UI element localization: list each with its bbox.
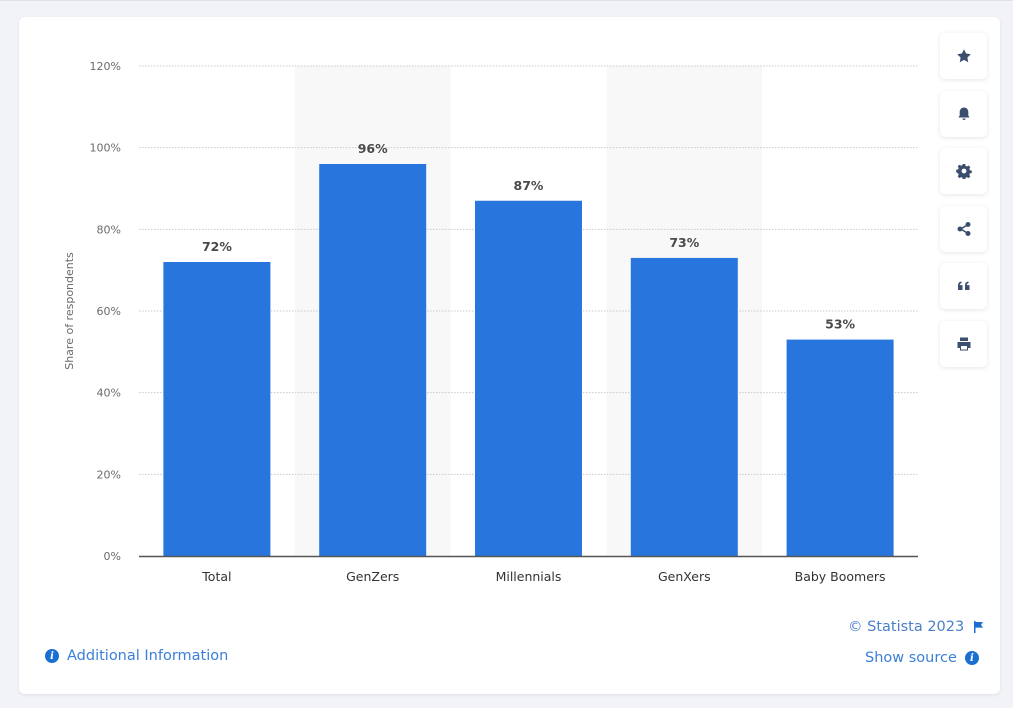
bar (786, 339, 894, 556)
settings-button[interactable] (940, 148, 987, 194)
x-tick-label: Total (201, 569, 231, 584)
data-label: 53% (825, 317, 855, 332)
info-icon: i (964, 651, 979, 665)
share-button[interactable] (940, 205, 987, 252)
x-tick-label: GenZers (346, 569, 399, 584)
bell-icon (958, 107, 969, 120)
bar (475, 200, 582, 556)
flag-icon[interactable] (973, 621, 984, 633)
y-tick-label: 80% (97, 223, 121, 236)
quote-icon (957, 281, 969, 290)
copyright: © Statista 2023 (848, 619, 984, 635)
data-label: 87% (514, 178, 544, 193)
y-tick-label: 20% (97, 468, 121, 481)
chart-actions (940, 33, 987, 378)
gear-icon (955, 164, 972, 179)
x-tick-label: Baby Boomers (795, 569, 886, 584)
bar-chart: 0% 20% 40% 60% 80% 100% 120% 72% 96% 87% 73% 53% T… (63, 60, 918, 584)
star-icon (956, 49, 971, 63)
bar (630, 257, 738, 556)
info-icon: i (45, 649, 59, 663)
data-label: 72% (202, 239, 232, 254)
copyright-text[interactable]: © Statista 2023 (848, 619, 964, 635)
show-source-label: Show source (865, 650, 957, 666)
bar (163, 262, 271, 556)
x-tick-label: Millennials (496, 569, 562, 584)
data-label: 73% (669, 235, 699, 250)
y-tick-label: 100% (90, 142, 121, 155)
data-label: 96% (358, 141, 388, 156)
print-icon (957, 337, 970, 350)
additional-information-link[interactable]: i Additional Information (45, 648, 228, 664)
print-button[interactable] (940, 320, 987, 367)
additional-information-label: Additional Information (67, 648, 229, 664)
favorite-button[interactable] (940, 33, 987, 79)
x-tick-label: GenXers (658, 569, 711, 584)
y-axis-title: Share of respondents (63, 252, 76, 370)
show-source-link[interactable]: Show source i (865, 650, 979, 666)
y-tick-label: 120% (90, 60, 121, 73)
share-icon (957, 221, 970, 236)
bar (319, 164, 427, 556)
y-tick-label: 0% (104, 550, 121, 563)
cite-button[interactable] (940, 263, 987, 309)
y-tick-label: 60% (97, 305, 121, 318)
notification-button[interactable] (940, 90, 987, 137)
y-tick-label: 40% (97, 387, 121, 400)
